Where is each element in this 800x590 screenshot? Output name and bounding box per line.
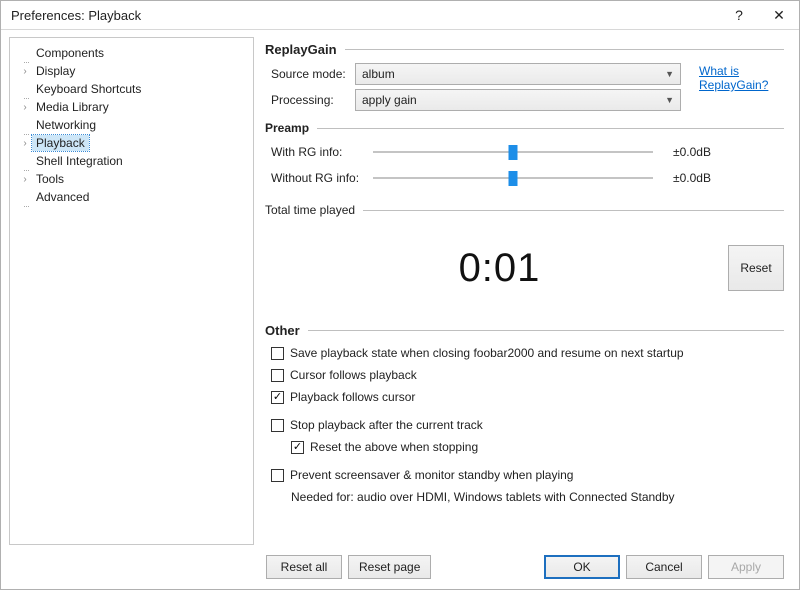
playback-panel: ReplayGain Source mode: album ▼ Processi… <box>258 30 799 589</box>
chevron-down-icon: ▼ <box>665 95 674 105</box>
rule <box>363 210 784 211</box>
check-label: Playback follows cursor <box>290 390 415 404</box>
tree-item-playback[interactable]: ›Playback <box>14 134 249 152</box>
tree-label: Media Library <box>32 99 113 115</box>
tree-item-keyboard-shortcuts[interactable]: Keyboard Shortcuts <box>14 80 249 98</box>
combo-value: album <box>362 67 665 81</box>
section-totaltime: Total time played <box>265 203 784 217</box>
section-label: Total time played <box>265 203 355 217</box>
replaygain-help-link[interactable]: What is ReplayGain? <box>699 64 779 92</box>
tree-label: Advanced <box>32 189 93 205</box>
checkbox[interactable] <box>271 469 284 482</box>
check-label: Reset the above when stopping <box>310 440 478 454</box>
tree-label: Tools <box>32 171 68 187</box>
total-time-value: 0:01 <box>271 246 728 291</box>
titlebar: Preferences: Playback ? ✕ <box>1 1 799 30</box>
tree-item-display[interactable]: ›Display <box>14 62 249 80</box>
section-label: ReplayGain <box>265 42 337 57</box>
checkbox[interactable] <box>291 441 304 454</box>
reset-time-button[interactable]: Reset <box>728 245 784 291</box>
rule <box>317 128 784 129</box>
rule <box>308 330 784 331</box>
close-button[interactable]: ✕ <box>759 1 799 29</box>
checkbox[interactable] <box>271 347 284 360</box>
chevron-down-icon: ▼ <box>665 69 674 79</box>
preferences-window: Preferences: Playback ? ✕ Components›Dis… <box>0 0 800 590</box>
tree-label: Display <box>32 63 79 79</box>
tree-item-networking[interactable]: Networking <box>14 116 249 134</box>
source-mode-combo[interactable]: album ▼ <box>355 63 681 85</box>
stop-after-check-row[interactable]: Stop playback after the current track <box>271 418 784 432</box>
tree-label: Shell Integration <box>32 153 127 169</box>
check-label: Cursor follows playback <box>290 368 417 382</box>
source-mode-label: Source mode: <box>265 67 355 81</box>
footer: Reset all Reset page OK Cancel Apply <box>266 555 784 579</box>
preamp-with-row: With RG info: ±0.0dB <box>265 141 784 163</box>
section-replaygain: ReplayGain <box>265 42 784 57</box>
preamp-with-value: ±0.0dB <box>673 145 748 159</box>
ok-button[interactable]: OK <box>544 555 620 579</box>
tree-item-advanced[interactable]: Advanced <box>14 188 249 206</box>
section-preamp: Preamp <box>265 121 784 135</box>
reset-above-check-row[interactable]: Reset the above when stopping <box>291 440 784 454</box>
checkbox[interactable] <box>271 369 284 382</box>
checkbox[interactable] <box>271 391 284 404</box>
expand-caret-icon: › <box>18 102 32 113</box>
help-icon: ? <box>735 7 743 23</box>
tree-item-components[interactable]: Components <box>14 44 249 62</box>
preamp-without-slider[interactable] <box>373 167 653 189</box>
tree-label: Keyboard Shortcuts <box>32 81 145 97</box>
tree-label: Components <box>32 45 108 61</box>
total-time-box: 0:01 Reset <box>265 223 784 313</box>
check-label: Save playback state when closing foobar2… <box>290 346 684 360</box>
tree-label: Networking <box>32 117 100 133</box>
section-other: Other <box>265 323 784 338</box>
tree-label: Playback <box>32 135 89 151</box>
category-tree[interactable]: Components›DisplayKeyboard Shortcuts›Med… <box>9 37 254 545</box>
preamp-with-label: With RG info: <box>265 145 373 159</box>
check-label: Prevent screensaver & monitor standby wh… <box>290 468 573 482</box>
preamp-without-label: Without RG info: <box>265 171 373 185</box>
checkbox[interactable] <box>271 419 284 432</box>
help-button[interactable]: ? <box>719 1 759 29</box>
processing-combo[interactable]: apply gain ▼ <box>355 89 681 111</box>
expand-caret-icon: › <box>18 138 32 149</box>
processing-row: Processing: apply gain ▼ <box>265 89 784 111</box>
window-title: Preferences: Playback <box>11 8 719 23</box>
cursor-follows-check-row[interactable]: Cursor follows playback <box>271 368 784 382</box>
combo-value: apply gain <box>362 93 665 107</box>
section-label: Preamp <box>265 121 309 135</box>
cancel-button[interactable]: Cancel <box>626 555 702 579</box>
preamp-without-value: ±0.0dB <box>673 171 748 185</box>
save-state-check-row[interactable]: Save playback state when closing foobar2… <box>271 346 784 360</box>
reset-all-button[interactable]: Reset all <box>266 555 342 579</box>
tree-item-shell-integration[interactable]: Shell Integration <box>14 152 249 170</box>
apply-button[interactable]: Apply <box>708 555 784 579</box>
reset-page-button[interactable]: Reset page <box>348 555 431 579</box>
playback-follows-check-row[interactable]: Playback follows cursor <box>271 390 784 404</box>
check-label: Stop playback after the current track <box>290 418 483 432</box>
screensaver-note: Needed for: audio over HDMI, Windows tab… <box>291 490 784 504</box>
expand-caret-icon: › <box>18 174 32 185</box>
processing-label: Processing: <box>265 93 355 107</box>
rule <box>345 49 784 50</box>
preamp-with-slider[interactable] <box>373 141 653 163</box>
close-icon: ✕ <box>773 7 785 24</box>
prevent-screensaver-check-row[interactable]: Prevent screensaver & monitor standby wh… <box>271 468 784 482</box>
expand-caret-icon: › <box>18 66 32 77</box>
preamp-without-row: Without RG info: ±0.0dB <box>265 167 784 189</box>
tree-item-media-library[interactable]: ›Media Library <box>14 98 249 116</box>
tree-item-tools[interactable]: ›Tools <box>14 170 249 188</box>
section-label: Other <box>265 323 300 338</box>
